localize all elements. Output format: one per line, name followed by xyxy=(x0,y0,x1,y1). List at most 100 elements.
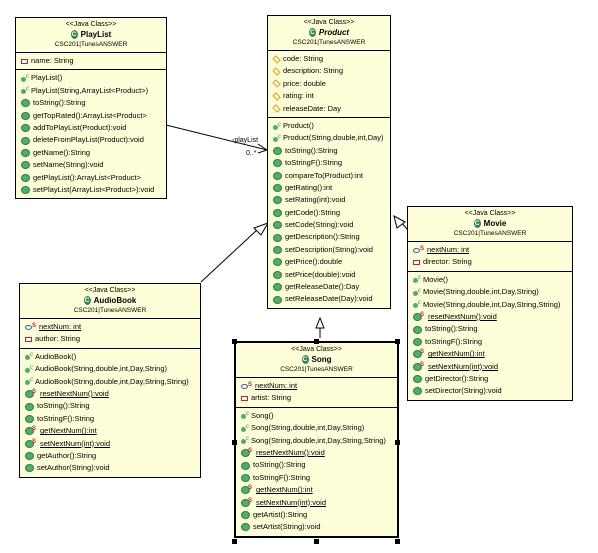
selection-handle[interactable] xyxy=(395,339,400,344)
field-row[interactable]: author: String xyxy=(20,333,200,345)
method-row[interactable]: setNextNum(int):void xyxy=(20,436,200,450)
selection-handle[interactable] xyxy=(314,339,319,344)
class-song[interactable]: <<Java Class>>CSongCSC201|TunesANSWERnex… xyxy=(234,341,399,538)
method-row[interactable]: setName(String):void xyxy=(16,159,166,171)
method-row[interactable]: getCode():String xyxy=(268,207,390,219)
method-row[interactable]: addToPlayList(Product):void xyxy=(16,122,166,134)
method-row[interactable]: toStringF():String xyxy=(268,157,390,169)
method-row[interactable]: AudioBook() xyxy=(20,349,200,363)
method-row[interactable]: Song(String,double,int,Day,String) xyxy=(236,421,397,434)
field-row[interactable]: code: String xyxy=(268,53,390,65)
method-row[interactable]: toStringF():String xyxy=(408,336,572,348)
field-row[interactable]: releaseDate: Day xyxy=(268,103,390,115)
method-row[interactable]: setAuthor(String):void xyxy=(20,462,200,474)
method-row[interactable]: Product() xyxy=(268,119,390,132)
method-row[interactable]: getDirector():String xyxy=(408,373,572,385)
public-method-icon xyxy=(241,523,250,532)
method-row[interactable]: setPlayList(ArrayList<Product>):void xyxy=(16,184,166,196)
method-row[interactable]: setDirector(String):void xyxy=(408,385,572,397)
method-row[interactable]: PlayList() xyxy=(16,71,166,84)
method-row[interactable]: Song(String,double,int,Day,String,String… xyxy=(236,433,397,447)
static-field-icon xyxy=(25,320,36,332)
method-row[interactable]: Movie(String,double,int,Day,String,Strin… xyxy=(408,297,572,311)
method-row[interactable]: getNextNum():int xyxy=(408,346,572,360)
field-row[interactable]: name: String xyxy=(16,55,166,67)
constructor-icon xyxy=(273,119,281,131)
method-row[interactable]: PlayList(String,ArrayList<Product>) xyxy=(16,83,166,97)
constructor-icon xyxy=(413,297,421,310)
method-text: toString():String xyxy=(33,98,86,108)
method-row[interactable]: Movie(String,double,int,Day,String) xyxy=(408,285,572,298)
method-row[interactable]: Song() xyxy=(236,408,397,422)
class-audiobook[interactable]: <<Java Class>> C AudioBook CSC201|TunesANSW… xyxy=(19,283,201,478)
public-method-icon xyxy=(413,337,422,346)
method-row[interactable]: getNextNum():int xyxy=(236,482,397,496)
class-header: <<Java Class>> C Movie CSC201|TunesANSWER xyxy=(408,207,572,242)
method-row[interactable]: AudioBook(String,double,int,Day,String) xyxy=(20,362,200,375)
selection-handle[interactable] xyxy=(232,539,237,544)
method-row[interactable]: setArtist(String):void xyxy=(236,521,397,533)
method-row[interactable]: resetNextNum():void xyxy=(236,445,397,459)
method-text: resetNextNum():void xyxy=(40,388,109,398)
song-generalization-arrowhead xyxy=(315,316,325,329)
selection-handle[interactable] xyxy=(232,339,237,344)
method-row[interactable]: toString():String xyxy=(16,97,166,109)
method-row[interactable]: Movie() xyxy=(408,272,572,286)
field-row[interactable]: rating: int xyxy=(268,90,390,102)
constructor-icon xyxy=(413,285,421,297)
method-row[interactable]: setNextNum(int):void xyxy=(408,359,572,373)
method-row[interactable]: setPrice(double):void xyxy=(268,269,390,281)
selection-handle[interactable] xyxy=(395,440,400,445)
method-row[interactable]: Product(String,double,int,Day) xyxy=(268,131,390,144)
method-row[interactable]: setNextNum(int):void xyxy=(236,495,397,509)
method-row[interactable]: toString():String xyxy=(408,323,572,335)
field-row[interactable]: director: String xyxy=(408,256,572,268)
method-row[interactable]: resetNextNum():void xyxy=(408,309,572,323)
field-row[interactable]: artist: String xyxy=(236,392,397,404)
method-row[interactable]: getNextNum():int xyxy=(20,423,200,437)
class-playlist[interactable]: <<Java Class>> C PlayList CSC201|TunesANSWE… xyxy=(15,17,167,200)
method-row[interactable]: AudioBook(String,double,int,Day,String,S… xyxy=(20,374,200,388)
method-row[interactable]: deleteFromPlayList(Product):void xyxy=(16,134,166,146)
method-row[interactable]: toStringF():String xyxy=(236,472,397,484)
class-product[interactable]: <<Java Class>> C Product CSC201|TunesANSWER… xyxy=(267,15,391,309)
method-row[interactable]: toString():String xyxy=(268,145,390,157)
field-row[interactable]: nextNum: int xyxy=(236,379,397,392)
method-row[interactable]: getDescription():String xyxy=(268,231,390,243)
stereotype-label: <<Java Class>> xyxy=(84,287,136,294)
public-method-icon xyxy=(21,186,30,195)
selection-handle[interactable] xyxy=(395,539,400,544)
method-row[interactable]: getPrice():double xyxy=(268,256,390,268)
audiobook-generalization-line[interactable] xyxy=(200,228,259,283)
method-row[interactable]: getPlayList():ArrayList<Product> xyxy=(16,172,166,184)
method-row[interactable]: getAuthor():String xyxy=(20,450,200,462)
class-movie[interactable]: <<Java Class>>CMovieCSC201|TunesANSWERne… xyxy=(407,206,573,401)
fields-section: nextNum: int director: String xyxy=(408,242,572,272)
method-row[interactable]: resetNextNum():void xyxy=(20,386,200,400)
field-text: code: String xyxy=(283,54,324,63)
method-row[interactable]: toStringF():String xyxy=(20,413,200,425)
public-method-icon xyxy=(273,221,282,230)
field-row[interactable]: description: String xyxy=(268,65,390,77)
method-row[interactable]: compareTo(Product):int xyxy=(268,170,390,182)
method-row[interactable]: toString():String xyxy=(236,459,397,471)
field-text: releaseDate: Day xyxy=(283,103,341,113)
selection-handle[interactable] xyxy=(314,539,319,544)
selection-handle[interactable] xyxy=(232,440,237,445)
method-row[interactable]: setDescription(String):void xyxy=(268,244,390,256)
method-row[interactable]: toString():String xyxy=(20,400,200,412)
method-row[interactable]: setCode(String):void xyxy=(268,219,390,231)
class-name: C Product xyxy=(268,27,390,38)
method-row[interactable]: setReleaseDate(Day):void xyxy=(268,293,390,305)
method-row[interactable]: getName():String xyxy=(16,147,166,159)
public-method-icon xyxy=(21,148,30,157)
field-row[interactable]: nextNum: int xyxy=(408,243,572,256)
field-text: author: String xyxy=(35,334,81,344)
method-row[interactable]: getArtist():String xyxy=(236,509,397,521)
method-row[interactable]: setRating(int):void xyxy=(268,194,390,206)
method-row[interactable]: getReleaseDate():Day xyxy=(268,281,390,293)
method-row[interactable]: getRating():int xyxy=(268,182,390,194)
field-row[interactable]: price: double xyxy=(268,78,390,90)
method-row[interactable]: getTopRated():ArrayList<Product> xyxy=(16,110,166,122)
field-row[interactable]: nextNum: int xyxy=(20,320,200,333)
